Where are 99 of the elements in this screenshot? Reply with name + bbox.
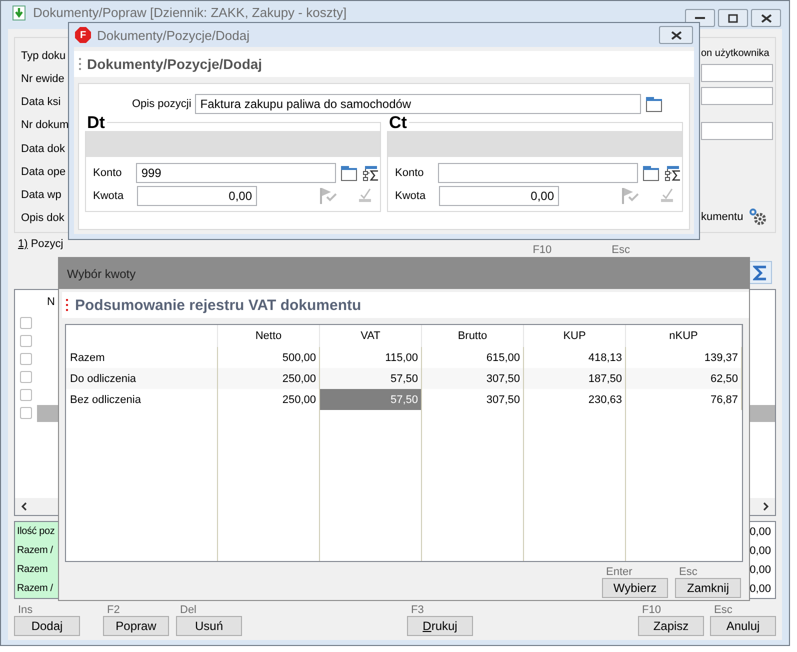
row-checkbox[interactable] <box>20 389 32 401</box>
account-field[interactable] <box>438 163 638 183</box>
column-header: N <box>47 296 55 308</box>
table-cell[interactable]: 230,63 <box>524 389 626 410</box>
dialog-heading: Dokumenty/Pozycje/Dodaj <box>87 56 262 72</box>
scroll-left-icon[interactable] <box>21 502 27 511</box>
app-icon <box>11 5 27 21</box>
maximize-button[interactable] <box>718 9 748 27</box>
group-heading: Ct <box>388 114 408 131</box>
field-label: Typ doku <box>21 50 67 62</box>
field-label: Konto <box>93 167 123 179</box>
row-checkbox[interactable] <box>20 353 32 365</box>
summary-value: 0,00 <box>750 544 771 556</box>
input-field[interactable] <box>701 87 773 105</box>
action-button[interactable]: Usuń <box>176 616 242 636</box>
maximize-icon[interactable] <box>728 14 738 22</box>
table-cell[interactable]: 57,50 <box>320 389 422 410</box>
row-label: Bez odliczenia <box>66 389 218 410</box>
input-field[interactable] <box>701 64 773 82</box>
table-cell[interactable]: 307,50 <box>422 389 524 410</box>
field-label: Opis pozycji <box>132 98 192 110</box>
action-button[interactable]: Dodaj <box>14 616 80 636</box>
column-header: VAT <box>320 325 422 347</box>
shortcut-hint: Esc <box>612 244 630 256</box>
row-checkbox[interactable] <box>20 371 32 383</box>
close-icon[interactable] <box>760 14 772 22</box>
field-label: Kwota <box>395 190 427 202</box>
shortcut-hint: Del <box>179 604 197 616</box>
row-label: Do odliczenia <box>66 368 218 389</box>
section-label: on użytkownika <box>701 48 770 59</box>
table-cell[interactable]: 76,87 <box>626 389 742 410</box>
app-logo: F <box>75 27 91 43</box>
dialog-heading: Podsumowanie rejestru VAT dokumentu <box>75 296 362 314</box>
field-label: Data ksi <box>21 96 62 108</box>
description-field[interactable]: Faktura zakupu paliwa do samochodów <box>195 94 642 114</box>
row-checkbox[interactable] <box>20 335 32 347</box>
row-checkbox[interactable] <box>20 407 32 419</box>
table-cell[interactable]: 57,50 <box>320 368 422 389</box>
action-button[interactable]: Anuluj <box>710 616 776 636</box>
table-cell[interactable]: 250,00 <box>218 368 320 389</box>
input-field[interactable] <box>701 122 773 140</box>
field-label: Data ope <box>21 166 67 178</box>
shortcut-hint: F2 <box>106 604 120 616</box>
column-header: KUP <box>524 325 626 347</box>
close-button[interactable] <box>751 9 781 27</box>
sum-button[interactable] <box>748 261 772 284</box>
field-label: Data dok <box>21 142 66 155</box>
summary-label: Razem <box>17 564 49 575</box>
account-field[interactable]: 999 <box>136 163 336 183</box>
options-label: kumentu <box>701 211 744 223</box>
tree-sum-icon[interactable] <box>362 164 380 182</box>
action-button[interactable]: Drukuj <box>407 616 473 636</box>
field-label: Konto <box>395 167 425 179</box>
sigma-icon[interactable] <box>753 264 767 280</box>
row-checkbox[interactable] <box>20 317 32 329</box>
summary-value: 0,00 <box>750 582 771 594</box>
column-header: nKUP <box>626 325 742 347</box>
amount-field[interactable]: 0,00 <box>439 186 559 206</box>
close-icon[interactable] <box>670 30 682 40</box>
group-heading: Dt <box>86 114 106 131</box>
shortcut-hint: F3 <box>410 604 424 616</box>
field-label: Data wp <box>21 188 62 201</box>
shortcut-hint: Enter <box>605 566 632 578</box>
action-button[interactable]: Zapisz <box>638 616 704 636</box>
summary-label: Razem / <box>17 583 54 594</box>
shortcut-hint: F10 <box>641 604 661 616</box>
amount-field[interactable]: 0,00 <box>137 186 257 206</box>
shortcut-hint: F10 <box>532 244 552 256</box>
minimize-icon[interactable] <box>695 16 705 20</box>
summary-value: 0,00 <box>750 564 771 576</box>
window-title: Dokumenty/Popraw [Dziennik: ZAKK, Zakupy - koszty] <box>33 5 347 21</box>
field-label: Opis dok <box>21 212 66 224</box>
tab-label[interactable]: 1) Pozycj <box>18 238 64 250</box>
table-cell[interactable]: 307,50 <box>422 368 524 389</box>
shortcut-hint: Ins <box>17 604 33 616</box>
scroll-right-icon[interactable] <box>763 502 769 511</box>
field-label: Kwota <box>93 190 125 202</box>
action-button[interactable]: Popraw <box>103 616 169 636</box>
table-cell[interactable]: 62,50 <box>626 368 742 389</box>
dialog-title: Wybór kwoty <box>67 266 136 280</box>
summary-label: Ilość poz <box>17 526 56 537</box>
tree-sum-icon[interactable] <box>664 164 682 182</box>
close-button[interactable] <box>659 26 693 44</box>
field-label: Nr ewide <box>21 73 66 86</box>
column-header: Netto <box>218 325 320 347</box>
action-button[interactable]: Wybierz <box>602 578 668 598</box>
summary-value: 0,00 <box>750 526 771 538</box>
folder-icon[interactable] <box>642 164 660 182</box>
table-cell[interactable]: 187,50 <box>524 368 626 389</box>
dialog-title: Dokumenty/Pozycje/Dodaj <box>97 28 250 42</box>
action-button[interactable]: Zamknij <box>675 578 741 598</box>
field-label: Nr dokum <box>21 119 69 132</box>
shortcut-hint: Esc <box>713 604 732 616</box>
column-header: Brutto <box>422 325 524 347</box>
folder-icon[interactable] <box>340 164 358 182</box>
folder-icon[interactable] <box>645 96 664 112</box>
summary-label: Razem / <box>17 545 54 556</box>
gear-icon[interactable] <box>749 208 768 226</box>
shortcut-hint: Esc <box>678 566 698 578</box>
